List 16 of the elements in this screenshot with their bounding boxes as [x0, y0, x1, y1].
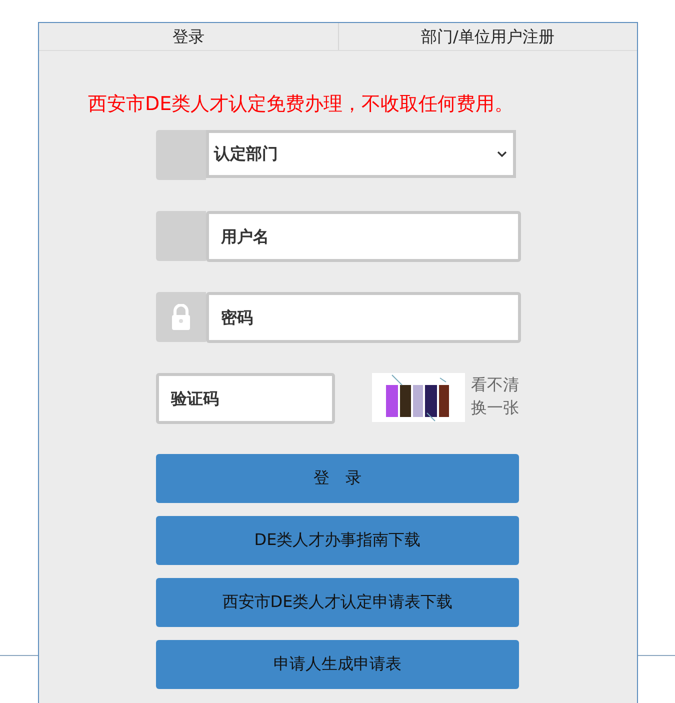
field-prefix	[156, 130, 206, 180]
tab[interactable]: 登录	[39, 23, 338, 50]
field-prefix	[156, 211, 206, 261]
refresh-link[interactable]: 看不清	[471, 373, 519, 396]
username-field[interactable]: 用户名	[206, 211, 521, 262]
action-button[interactable]: 申请人生成申请表	[156, 640, 519, 689]
tab[interactable]: 部门/单位用户注册	[338, 23, 637, 50]
action-button[interactable]: 西安市DE类人才认定申请表下载	[156, 578, 519, 627]
chevron-down-icon	[497, 151, 507, 157]
department-select[interactable]: 认定部门	[206, 130, 516, 178]
action-button[interactable]: DE类人才办事指南下载	[156, 516, 519, 565]
password-field[interactable]: 密码	[206, 292, 521, 343]
notice-text: 西安市DE类人才认定免费办理，不收取任何费用。	[88, 92, 515, 117]
refresh-link[interactable]: 换一张	[471, 396, 519, 419]
action-button[interactable]: 登 录	[156, 454, 519, 503]
lock-icon	[171, 304, 191, 330]
